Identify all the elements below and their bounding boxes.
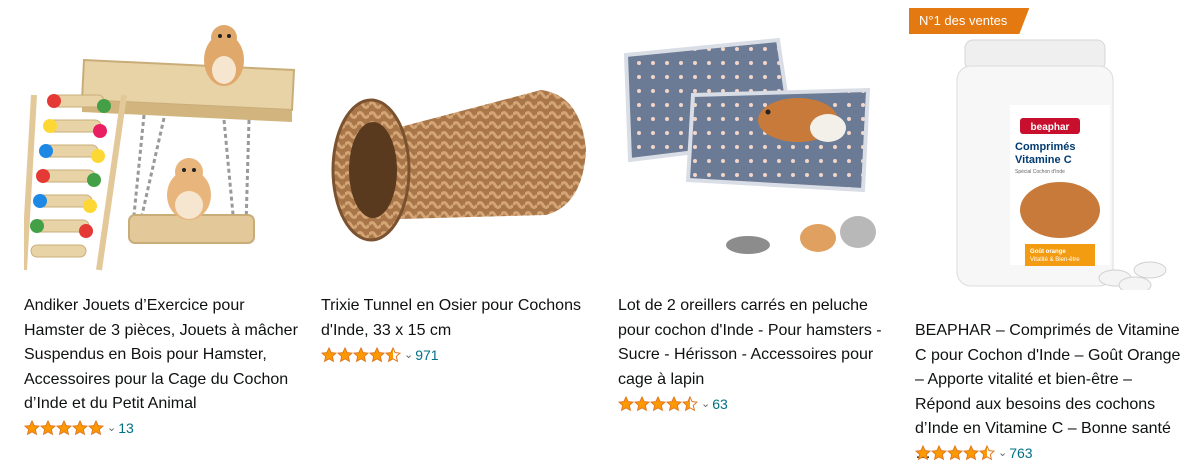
product-title[interactable]: Lot de 2 oreillers carrés en peluche pou… <box>618 294 903 392</box>
star-icon <box>979 445 995 461</box>
star-icon <box>88 420 104 436</box>
rating-count[interactable]: 763 <box>1009 444 1032 462</box>
star-icon <box>321 347 337 363</box>
star-icon <box>618 396 634 412</box>
product-image-4[interactable]: beaphar Comprimés Vitamine C Spécial Coc… <box>935 30 1195 294</box>
star-icon <box>40 420 56 436</box>
chevron-down-icon[interactable]: ⌄ <box>107 419 116 437</box>
star-icon <box>931 445 947 461</box>
product-image-1[interactable] <box>21 0 304 290</box>
product-rating[interactable]: ⌄ 763 <box>915 444 1033 462</box>
product-title[interactable]: Andiker Jouets d’Exercice pour Hamster d… <box>24 294 309 417</box>
vitamin-bottle-icon: beaphar Comprimés Vitamine C Spécial Coc… <box>956 39 1167 294</box>
product-image-2[interactable] <box>321 0 601 290</box>
star-icon <box>337 347 353 363</box>
star-icon <box>385 347 401 363</box>
label-line1: Comprimés <box>1015 141 1076 153</box>
star-icon <box>369 347 385 363</box>
rating-count[interactable]: 63 <box>712 395 728 413</box>
chevron-down-icon[interactable]: ⌄ <box>404 346 413 364</box>
star-rating <box>618 396 698 412</box>
plush-pillows-icon <box>623 37 876 254</box>
rating-count[interactable]: 13 <box>118 419 134 437</box>
product-rating[interactable]: ⌄ 13 <box>24 419 134 437</box>
star-rating <box>915 445 995 461</box>
star-rating <box>24 420 104 436</box>
product-card-3[interactable]: Lot de 2 oreillers carrés en peluche pou… <box>618 0 903 473</box>
product-rating[interactable]: ⌄ 63 <box>618 395 728 413</box>
product-rating[interactable]: ⌄ 971 <box>321 346 439 364</box>
brand-label: beaphar <box>1031 122 1070 133</box>
product-title[interactable]: Trixie Tunnel en Osier pour Cochons d'In… <box>321 294 606 343</box>
star-icon <box>650 396 666 412</box>
wicker-tunnel-icon <box>331 90 586 242</box>
star-icon <box>666 396 682 412</box>
star-icon <box>682 396 698 412</box>
star-icon <box>72 420 88 436</box>
chevron-down-icon[interactable]: ⌄ <box>701 395 710 413</box>
star-icon <box>24 420 40 436</box>
star-icon <box>634 396 650 412</box>
star-icon <box>947 445 963 461</box>
label-flavor1: Goût orange <box>1030 249 1066 255</box>
hamster-toy-icon <box>21 25 296 271</box>
product-card-2[interactable]: Trixie Tunnel en Osier pour Cochons d'In… <box>321 0 606 473</box>
label-line2: Vitamine C <box>1015 154 1072 166</box>
label-sub: Spécial Cochon d'Inde <box>1015 169 1065 175</box>
rating-count[interactable]: 971 <box>415 346 438 364</box>
product-image-3[interactable] <box>618 0 898 290</box>
star-icon <box>56 420 72 436</box>
star-icon <box>915 445 931 461</box>
star-icon <box>353 347 369 363</box>
star-rating <box>321 347 401 363</box>
star-icon <box>963 445 979 461</box>
label-flavor2: Vitalité & Bien-être <box>1030 257 1080 263</box>
product-card-4[interactable]: N°1 des ventes beaphar Comprimés Vitamin… <box>915 0 1200 473</box>
chevron-down-icon[interactable]: ⌄ <box>998 444 1007 462</box>
product-card-1[interactable]: Andiker Jouets d’Exercice pour Hamster d… <box>21 0 309 473</box>
